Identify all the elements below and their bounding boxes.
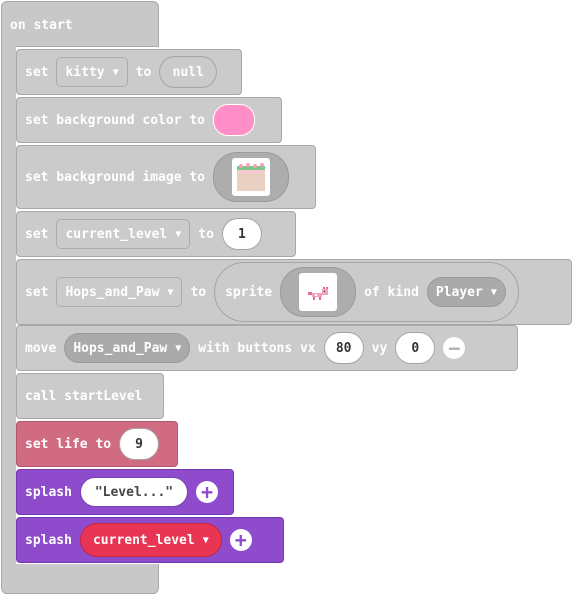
level-value-input[interactable]: 1	[221, 218, 262, 250]
sprite-image-icon	[302, 276, 335, 308]
chevron-down-icon: ▼	[112, 66, 119, 78]
move-sprite-name: Hops_and_Paw	[73, 340, 168, 356]
color-swatch[interactable]	[213, 104, 256, 136]
splash-text-input[interactable]: "Level..."	[79, 477, 188, 507]
set-sprite-block[interactable]: set Hops_and_Paw ▼ to sprite of kind Pla…	[16, 259, 572, 325]
splash-keyword: splash	[25, 484, 72, 500]
set-life-label: set life to	[25, 436, 112, 452]
to-keyword: to	[135, 64, 152, 80]
chevron-down-icon: ▼	[202, 534, 209, 546]
set-background-image-block[interactable]: set background image to	[16, 145, 316, 209]
move-keyword: move	[25, 340, 57, 356]
on-start-footer	[1, 564, 159, 594]
sprite-kind-value: Player	[435, 284, 483, 300]
chevron-down-icon: ▼	[490, 286, 497, 298]
set-life-block[interactable]: set life to 9	[16, 421, 178, 467]
sprite-image-thumbnail	[299, 273, 338, 311]
current-level-reporter-name: current_level	[92, 532, 195, 548]
set-background-color-label: set background color to	[25, 112, 206, 128]
set-background-image-label: set background image to	[25, 169, 206, 185]
to-keyword: to	[198, 226, 214, 242]
set-kitty-block[interactable]: set kitty ▼ to null	[16, 49, 242, 95]
life-value-input[interactable]: 9	[119, 428, 160, 460]
vy-input[interactable]: 0	[395, 332, 436, 364]
add-parameter-icon[interactable]: +	[229, 529, 252, 551]
set-keyword: set	[25, 226, 49, 242]
splash-variable-block[interactable]: splash current_level ▼ +	[16, 517, 284, 563]
current-level-reporter-dropdown[interactable]: current_level ▼	[79, 523, 222, 557]
move-with-buttons-block[interactable]: move Hops_and_Paw ▼ with buttons vx 80 v…	[16, 325, 518, 371]
vy-keyword: vy	[371, 340, 388, 356]
sprite-image-picker[interactable]	[280, 267, 357, 317]
with-buttons-vx-keyword: with buttons vx	[198, 340, 316, 356]
kitty-variable-dropdown[interactable]: kitty ▼	[56, 57, 128, 87]
background-image-picker[interactable]	[213, 152, 290, 202]
set-current-level-block[interactable]: set current_level ▼ to 1	[16, 211, 296, 257]
on-start-spine	[1, 46, 16, 566]
sprite-kind-dropdown[interactable]: Player ▼	[426, 277, 506, 307]
add-parameter-icon[interactable]: +	[195, 481, 218, 503]
of-kind-keyword: of kind	[364, 284, 419, 300]
set-keyword: set	[25, 284, 49, 300]
to-keyword: to	[190, 284, 207, 300]
hops-and-paw-variable-name: Hops_and_Paw	[65, 284, 160, 300]
set-keyword: set	[25, 64, 49, 80]
background-image-thumbnail	[232, 158, 271, 196]
on-start-block[interactable]: on start	[1, 1, 159, 47]
vx-input[interactable]: 80	[323, 332, 364, 364]
on-start-label: on start	[10, 18, 73, 33]
sprite-of-kind-block[interactable]: sprite of kind Player ▼	[214, 262, 519, 322]
splash-keyword: splash	[25, 532, 72, 548]
set-background-color-block[interactable]: set background color to	[16, 97, 282, 143]
null-value[interactable]: null	[159, 56, 218, 88]
hops-and-paw-variable-dropdown[interactable]: Hops_and_Paw ▼	[56, 277, 183, 307]
chevron-down-icon: ▼	[175, 342, 182, 354]
chevron-down-icon: ▼	[175, 228, 182, 240]
current-level-variable-dropdown[interactable]: current_level ▼	[56, 219, 191, 249]
splash-text-block[interactable]: splash "Level..." +	[16, 469, 234, 515]
move-sprite-dropdown[interactable]: Hops_and_Paw ▼	[64, 333, 191, 363]
remove-parameter-icon[interactable]: −	[443, 337, 466, 359]
chevron-down-icon: ▼	[167, 286, 174, 298]
kitty-variable-name: kitty	[65, 64, 105, 80]
call-start-level-label: call startLevel	[25, 388, 143, 404]
current-level-variable-name: current_level	[65, 226, 168, 242]
call-start-level-block[interactable]: call startLevel	[16, 373, 164, 419]
background-image-icon	[235, 161, 268, 193]
sprite-keyword: sprite	[225, 284, 273, 300]
